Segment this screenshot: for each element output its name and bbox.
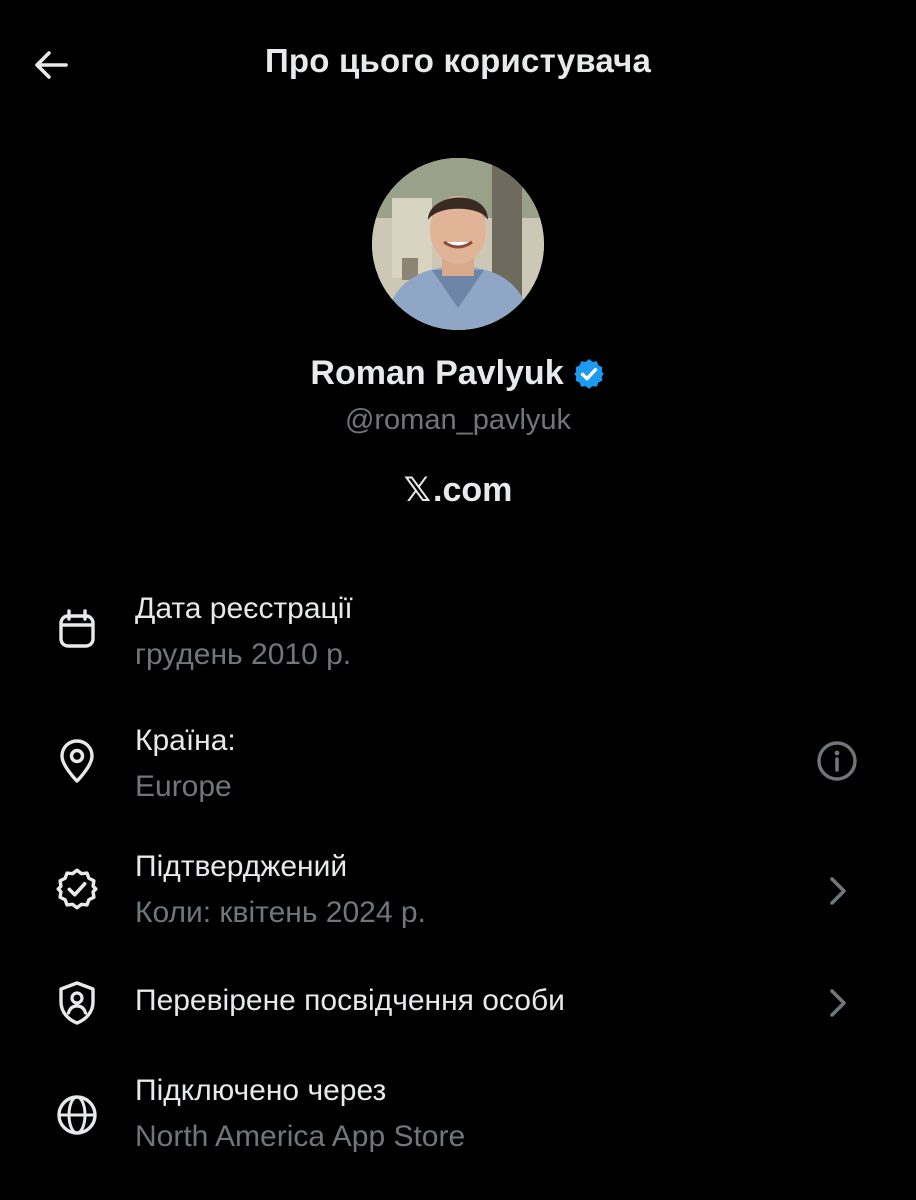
chevron-right-icon (830, 989, 846, 1017)
info-row-connected-via: Підключено через North America App Store (0, 1066, 916, 1166)
location-pin-icon (54, 738, 100, 784)
info-button[interactable] (812, 736, 862, 786)
platform-label: 𝕏 .com (0, 470, 916, 510)
x-logo-icon: 𝕏 (403, 471, 432, 509)
row-subtitle: North America App Store (135, 1120, 466, 1153)
chevron-right-icon (830, 877, 846, 905)
info-row-verified[interactable]: Підтверджений Коли: квітень 2024 р. (0, 842, 916, 942)
chevron-button[interactable] (812, 866, 862, 916)
calendar-icon (54, 606, 100, 652)
globe-icon (54, 1092, 100, 1138)
row-title: Дата реєстрації (135, 592, 353, 625)
row-subtitle: Europe (135, 770, 232, 803)
profile-name-row: Roman Pavlyuk (0, 354, 916, 393)
avatar[interactable] (372, 158, 544, 330)
profile-handle: @roman_pavlyuk (344, 404, 572, 436)
platform-domain: .com (433, 470, 513, 509)
row-title: Країна: (135, 724, 236, 757)
verified-checkmark-icon (573, 358, 604, 389)
row-title: Підключено через (135, 1074, 387, 1107)
verified-badge-icon (54, 866, 100, 912)
profile-name: Roman Pavlyuk (310, 354, 564, 392)
chevron-button[interactable] (812, 978, 862, 1028)
info-row-country: Країна: Europe (0, 714, 916, 814)
info-row-registration: Дата реєстрації грудень 2010 р. (0, 580, 916, 680)
info-icon (817, 741, 857, 781)
avatar-photo (372, 158, 544, 330)
row-subtitle: грудень 2010 р. (135, 638, 352, 671)
row-subtitle: Коли: квітень 2024 р. (135, 896, 426, 929)
id-shield-icon (54, 980, 100, 1026)
page-title: Про цього користувача (264, 42, 652, 79)
row-title: Підтверджений (135, 850, 348, 883)
row-title: Перевірене посвідчення особи (135, 984, 565, 1017)
top-bar: Про цього користувача (0, 0, 916, 130)
info-row-id-verification[interactable]: Перевірене посвідчення особи (0, 972, 916, 1036)
